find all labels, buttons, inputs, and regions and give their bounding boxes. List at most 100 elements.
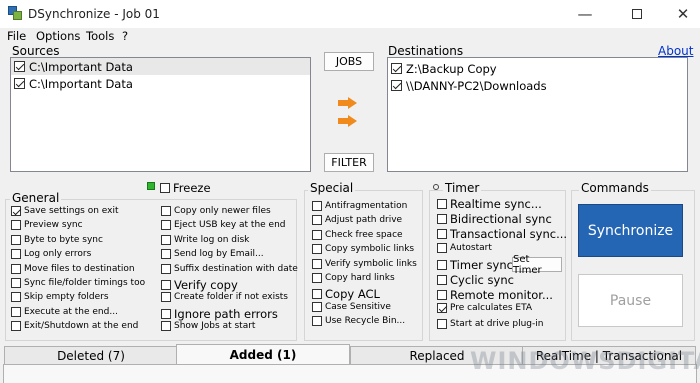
general-checkbox[interactable] (161, 234, 171, 245)
special-checkbox[interactable] (312, 215, 322, 226)
general-checkbox[interactable] (161, 206, 171, 216)
special-checkbox[interactable] (312, 258, 322, 269)
general-checkbox[interactable] (161, 249, 171, 260)
source-checkbox[interactable] (14, 61, 25, 72)
special-option[interactable]: Adjust path drive (312, 215, 402, 226)
timer-option[interactable]: Bidirectional sync (437, 212, 552, 226)
destination-item[interactable]: Z:\Backup Copy (388, 60, 687, 77)
menu-file[interactable]: File (7, 29, 26, 43)
tab-added[interactable]: Added (1) (176, 344, 350, 364)
synchronize-button[interactable]: Synchronize (578, 204, 683, 257)
special-checkbox[interactable] (312, 301, 322, 312)
timer-checkbox[interactable] (437, 229, 447, 240)
timer-checkbox[interactable] (437, 318, 447, 329)
general-checkbox[interactable] (11, 249, 21, 260)
general-checkbox[interactable] (11, 206, 21, 216)
timer-checkbox[interactable] (437, 303, 447, 314)
set-timer-button[interactable]: Set Timer (512, 254, 562, 276)
special-checkbox[interactable] (312, 244, 322, 255)
freeze-option[interactable]: Freeze (160, 181, 211, 195)
general-option[interactable]: Create folder if not exists (161, 292, 288, 303)
special-checkbox[interactable] (312, 201, 322, 211)
filter-button[interactable]: FILTER (324, 153, 374, 172)
timer-option[interactable]: Timer sync (437, 258, 513, 272)
timer-checkbox[interactable] (437, 214, 447, 225)
general-checkbox[interactable] (161, 321, 171, 332)
general-checkbox[interactable] (161, 220, 171, 231)
general-option[interactable]: Send log by Email... (161, 249, 264, 260)
special-option[interactable]: Check free space (312, 229, 403, 240)
pause-button[interactable]: Pause (578, 274, 683, 327)
menu-tools[interactable]: Tools (86, 29, 114, 43)
tab-deleted[interactable]: Deleted (7) (4, 346, 178, 364)
general-option[interactable]: Eject USB key at the end (161, 220, 286, 231)
timer-option[interactable]: Cyclic sync (437, 273, 514, 287)
special-checkbox[interactable] (312, 316, 322, 327)
timer-option[interactable]: Realtime sync... (437, 197, 542, 211)
destination-item[interactable]: \\DANNY-PC2\Downloads (388, 77, 687, 94)
special-option[interactable]: Copy ACL (312, 287, 380, 301)
source-checkbox[interactable] (14, 78, 25, 89)
sources-list[interactable]: C:\Important Data C:\Important Data (10, 57, 311, 172)
general-option[interactable]: Exit/Shutdown at the end (11, 321, 138, 332)
general-option[interactable]: Skip empty folders (11, 292, 109, 303)
general-option[interactable]: Execute at the end... (11, 306, 118, 317)
source-item[interactable]: C:\Important Data (11, 75, 310, 92)
general-checkbox[interactable] (11, 278, 21, 288)
destination-checkbox[interactable] (391, 80, 402, 91)
general-checkbox[interactable] (11, 234, 21, 245)
timer-option[interactable]: Autostart (437, 242, 492, 253)
general-option[interactable]: Copy only newer files (161, 206, 271, 216)
source-item[interactable]: C:\Important Data (11, 58, 310, 75)
general-checkbox[interactable] (161, 263, 171, 274)
timer-option[interactable]: Start at drive plug-in (437, 318, 543, 329)
minimize-button[interactable]: — (562, 0, 608, 28)
general-checkbox[interactable] (11, 306, 21, 317)
special-checkbox[interactable] (312, 229, 322, 240)
menu-options[interactable]: Options (36, 29, 80, 43)
special-option[interactable]: Copy hard links (312, 273, 395, 283)
general-option[interactable]: Ignore path errors (161, 307, 278, 321)
timer-option[interactable]: Pre calculates ETA (437, 303, 532, 314)
timer-checkbox[interactable] (437, 259, 447, 270)
destinations-list[interactable]: Z:\Backup Copy \\DANNY-PC2\Downloads (387, 57, 688, 172)
special-option[interactable]: Use Recycle Bin... (312, 316, 405, 327)
general-checkbox[interactable] (11, 220, 21, 231)
freeze-checkbox[interactable] (160, 183, 170, 193)
general-option[interactable]: Sync file/folder timings too (11, 278, 145, 288)
menu-help[interactable]: ? (122, 29, 128, 43)
general-checkbox[interactable] (11, 292, 21, 303)
special-option[interactable]: Copy symbolic links (312, 244, 414, 255)
general-checkbox[interactable] (11, 321, 21, 332)
special-option[interactable]: Verify symbolic links (312, 258, 417, 269)
timer-option[interactable]: Remote monitor... (437, 288, 553, 302)
general-option[interactable]: Byte to byte sync (11, 234, 103, 245)
general-checkbox[interactable] (161, 308, 171, 319)
special-checkbox[interactable] (312, 273, 322, 283)
general-option[interactable]: Move files to destination (11, 263, 135, 274)
about-link[interactable]: About (658, 44, 693, 58)
general-option[interactable]: Verify copy (161, 278, 238, 292)
special-option[interactable]: Antifragmentation (312, 201, 407, 211)
timer-checkbox[interactable] (437, 199, 447, 209)
special-checkbox[interactable] (312, 289, 322, 300)
jobs-button[interactable]: JOBS (324, 52, 374, 71)
general-option[interactable]: Preview sync (11, 220, 83, 231)
timer-option[interactable]: Transactional sync... (437, 227, 567, 241)
timer-checkbox[interactable] (437, 275, 447, 285)
general-option[interactable]: Suffix destination with date (161, 263, 298, 274)
general-checkbox[interactable] (161, 280, 171, 290)
general-checkbox[interactable] (161, 292, 171, 303)
general-option[interactable]: Log only errors (11, 249, 91, 260)
destination-checkbox[interactable] (391, 63, 402, 74)
maximize-button[interactable] (614, 0, 660, 28)
timer-checkbox[interactable] (437, 290, 447, 301)
general-option[interactable]: Save settings on exit (11, 206, 119, 216)
general-option[interactable]: Show Jobs at start (161, 321, 255, 332)
source-path: C:\Important Data (29, 76, 133, 91)
general-checkbox[interactable] (11, 263, 21, 274)
general-option[interactable]: Write log on disk (161, 234, 249, 245)
timer-checkbox[interactable] (437, 242, 447, 253)
close-button[interactable]: ✕ (660, 0, 700, 28)
special-option[interactable]: Case Sensitive (312, 301, 391, 312)
